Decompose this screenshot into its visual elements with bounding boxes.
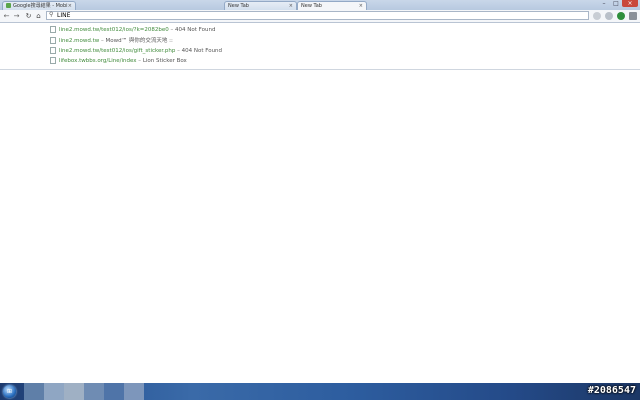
suggestion-url: line2.mowd.tw/test012/ios/gift_sticker.p… <box>59 48 176 54</box>
taskbar-item[interactable] <box>24 383 44 400</box>
page-icon <box>50 47 56 54</box>
search-icon: ⚲ <box>49 11 54 18</box>
suggestion-url: line2.mowd.tw/test012/ios/?k=2082be0 <box>59 27 169 33</box>
page-icon <box>50 26 56 33</box>
suggestion-item[interactable]: lifebox.twbbs.org/Line/index – Lion Stic… <box>50 56 187 66</box>
close-tab-icon[interactable]: × <box>68 2 72 10</box>
suggestion-item[interactable]: line2.mowd.tw – Mowd™ 與你的交流天地 :: <box>50 36 173 46</box>
taskbar-item[interactable] <box>64 383 84 400</box>
window-controls: – □ × <box>598 0 638 8</box>
close-window-button[interactable]: × <box>622 0 638 7</box>
suggestion-title: 404 Not Found <box>181 48 223 54</box>
close-tab-icon[interactable]: × <box>289 2 293 10</box>
taskbar-item[interactable] <box>84 383 104 400</box>
extension-icon[interactable] <box>593 12 601 20</box>
back-button[interactable]: ← <box>2 11 11 21</box>
taskbar-thumbnails <box>24 383 144 400</box>
suggestion-url: line2.mowd.tw <box>59 38 100 44</box>
omnibox[interactable]: ⚲ <box>46 11 589 20</box>
tab-strip: Google搜尋結果 - Mobi × New Tab × New Tab × … <box>0 0 640 10</box>
taskbar-item[interactable] <box>44 383 64 400</box>
wrench-menu-icon[interactable] <box>629 12 637 20</box>
tab-label: New Tab <box>228 3 249 9</box>
home-button[interactable]: ⌂ <box>34 11 43 21</box>
suggestion-item[interactable]: line2.mowd.tw/test012/ios/gift_sticker.p… <box>50 46 222 56</box>
tab-label: Google搜尋結果 - Mobi <box>13 3 68 9</box>
omnibox-suggestions: line2.mowd.tw/test012/ios/?k=2082be0 – 4… <box>0 23 640 70</box>
tab-new-tab-active[interactable]: New Tab × <box>297 1 367 10</box>
suggestion-title: Lion Sticker Box <box>142 58 187 64</box>
minimize-button[interactable]: – <box>598 0 610 7</box>
tab-label: New Tab <box>301 3 322 9</box>
page-icon <box>50 57 56 64</box>
watermark-id: #2086547 <box>587 385 636 396</box>
maximize-button[interactable]: □ <box>610 0 622 7</box>
page-content <box>0 70 640 383</box>
taskbar-item[interactable] <box>124 383 144 400</box>
suggestion-item[interactable]: line2.mowd.tw/test012/ios/?k=2082be0 – 4… <box>50 25 215 35</box>
tab-google-search[interactable]: Google搜尋結果 - Mobi × <box>2 1 76 10</box>
page-icon <box>50 37 56 44</box>
suggestion-title: Mowd™ 與你的交流天地 :: <box>105 38 173 44</box>
tab-new-tab-1[interactable]: New Tab × <box>224 1 297 10</box>
suggestion-url: lifebox.twbbs.org/Line/index <box>59 58 137 64</box>
suggestion-title: 404 Not Found <box>175 27 216 33</box>
omnibox-input[interactable] <box>57 12 477 19</box>
start-button[interactable]: ⊞ <box>3 385 16 398</box>
translate-icon[interactable] <box>605 12 613 20</box>
forward-button[interactable]: → <box>12 11 21 21</box>
taskbar-item[interactable] <box>104 383 124 400</box>
close-tab-icon[interactable]: × <box>359 2 363 10</box>
browser-toolbar: ← → ↻ ⌂ ⚲ <box>0 10 640 23</box>
google-favicon-icon <box>6 3 11 8</box>
extension-check-icon[interactable] <box>617 12 625 20</box>
reload-button[interactable]: ↻ <box>24 11 33 21</box>
